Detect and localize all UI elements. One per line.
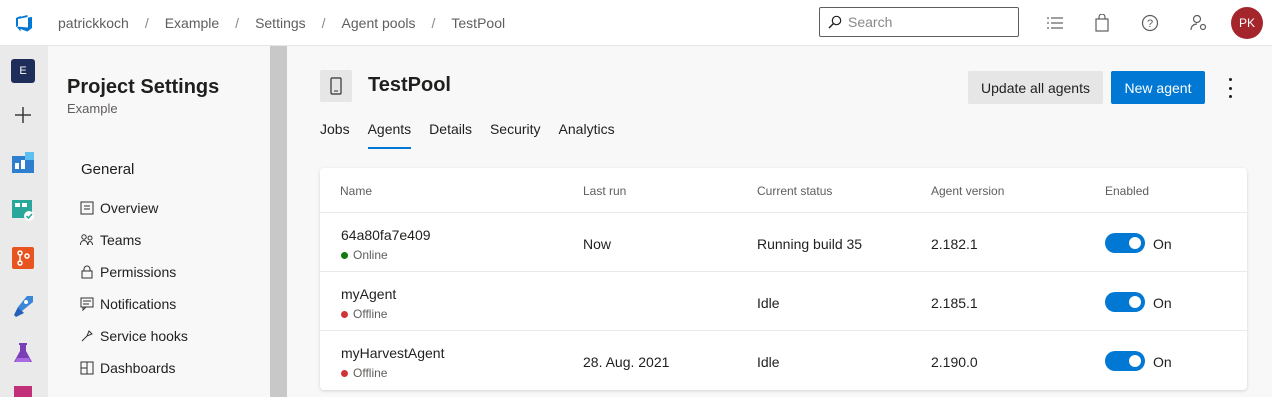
online-status-dot-icon (341, 251, 348, 259)
enabled-toggle[interactable] (1105, 292, 1145, 312)
azure-devops-logo-icon[interactable] (0, 0, 48, 46)
current-status-value: Idle (757, 354, 780, 370)
user-settings-icon[interactable] (1188, 12, 1210, 34)
sidebar-item-label: Permissions (100, 264, 177, 280)
tab-analytics[interactable]: Analytics (559, 121, 615, 149)
tab-security[interactable]: Security (490, 121, 541, 149)
marketplace-bag-icon[interactable] (1091, 12, 1113, 34)
breadcrumb-agent-pools[interactable]: Agent pools (342, 15, 416, 31)
current-status-value: Idle (757, 295, 780, 311)
sidebar-item-dashboards[interactable]: Dashboards (80, 360, 176, 376)
avatar[interactable]: PK (1231, 7, 1263, 39)
tab-details[interactable]: Details (429, 121, 472, 149)
breadcrumb-pool[interactable]: TestPool (451, 15, 505, 31)
enabled-label: On (1153, 236, 1172, 252)
update-all-agents-button[interactable]: Update all agents (968, 71, 1103, 104)
agent-version-value: 2.182.1 (931, 236, 978, 252)
overview-icon[interactable] (10, 150, 36, 176)
lock-icon (81, 265, 93, 279)
agent-state-label: Online (353, 248, 388, 262)
agent-name[interactable]: 64a80fa7e409 (341, 227, 431, 243)
sidebar-item-service-hooks[interactable]: Service hooks (80, 328, 188, 344)
pipelines-icon[interactable] (10, 293, 36, 319)
offline-status-dot-icon (341, 369, 348, 377)
sidebar-item-notifications[interactable]: Notifications (80, 296, 176, 312)
sidebar-item-label: Dashboards (100, 360, 176, 376)
sidebar-item-label: Service hooks (100, 328, 188, 344)
column-header-current-status[interactable]: Current status (757, 184, 832, 198)
org-icon[interactable]: E (11, 59, 35, 83)
overview-info-icon (80, 201, 94, 215)
page-title: TestPool (368, 74, 451, 96)
breadcrumb-org[interactable]: patrickkoch (58, 15, 129, 31)
search-input[interactable]: Search (819, 7, 1019, 37)
column-header-name[interactable]: Name (340, 184, 372, 198)
column-header-last-run[interactable]: Last run (583, 184, 626, 198)
agent-state-label: Offline (353, 307, 388, 321)
column-header-agent-version[interactable]: Agent version (931, 184, 1004, 198)
svg-text:?: ? (1147, 18, 1153, 30)
table-row[interactable]: 64a80fa7e409 Online Now Running build 35… (320, 212, 1247, 271)
agent-state-label: Offline (353, 366, 388, 380)
repos-icon[interactable] (10, 245, 36, 271)
more-actions-icon[interactable] (1222, 78, 1238, 98)
breadcrumb-separator: / (144, 14, 149, 31)
last-run-value: Now (583, 236, 612, 252)
test-plans-icon[interactable] (10, 340, 36, 366)
table-row[interactable]: myHarvestAgent Offline 28. Aug. 2021 Idl… (320, 330, 1247, 389)
breadcrumb-separator: / (235, 14, 240, 31)
breadcrumb-settings[interactable]: Settings (255, 15, 306, 31)
agent-name[interactable]: myHarvestAgent (341, 345, 444, 361)
breadcrumb-project[interactable]: Example (165, 15, 219, 31)
search-placeholder: Search (848, 14, 893, 30)
tab-agents[interactable]: Agents (367, 121, 412, 149)
help-icon[interactable]: ? (1139, 12, 1161, 34)
agent-state: Offline (341, 307, 387, 321)
last-run-value: 28. Aug. 2021 (583, 354, 670, 370)
dashboards-icon (80, 361, 94, 375)
new-agent-button[interactable]: New agent (1111, 71, 1205, 104)
tab-jobs[interactable]: Jobs (320, 121, 350, 149)
agent-state: Offline (341, 366, 387, 380)
current-status-value[interactable]: Running build 35 (757, 236, 862, 252)
table-row[interactable]: myAgent Offline Idle 2.185.1 On (320, 271, 1247, 330)
artifacts-icon[interactable] (10, 386, 36, 397)
boards-icon[interactable] (10, 197, 36, 223)
sidebar-item-label: Notifications (100, 296, 177, 312)
add-icon[interactable] (10, 102, 36, 128)
offline-status-dot-icon (341, 310, 348, 318)
column-header-enabled[interactable]: Enabled (1105, 184, 1149, 198)
pool-tabs: Jobs Agents Details Security Analytics (320, 121, 633, 149)
sidebar-item-overview[interactable]: Overview (80, 200, 158, 216)
sidebar-item-teams[interactable]: Teams (80, 232, 141, 248)
general-section-title[interactable]: General (81, 161, 134, 178)
agent-version-value: 2.190.0 (931, 354, 978, 370)
task-list-icon[interactable] (1044, 12, 1066, 34)
project-settings-sidebar: Project Settings Example General Overvie… (48, 46, 270, 397)
enabled-toggle[interactable] (1105, 233, 1145, 253)
top-bar: patrickkoch / Example / Settings / Agent… (0, 0, 1272, 46)
agent-state: Online (341, 248, 388, 262)
sidebar-item-label: Overview (100, 200, 159, 216)
breadcrumb-separator: / (431, 14, 436, 31)
agent-version-value: 2.185.1 (931, 295, 978, 311)
search-icon (828, 15, 842, 29)
breadcrumb: patrickkoch / Example / Settings / Agent… (58, 15, 505, 31)
teams-icon (80, 234, 93, 246)
enabled-label: On (1153, 354, 1172, 370)
sidebar-item-label: Teams (100, 232, 142, 248)
agents-table: Name Last run Current status Agent versi… (320, 168, 1247, 390)
app-rail: E (0, 46, 48, 397)
sidebar-scrollbar[interactable] (270, 46, 287, 397)
project-settings-title: Project Settings (67, 76, 220, 98)
enabled-label: On (1153, 295, 1172, 311)
project-settings-subtitle: Example (67, 101, 118, 116)
enabled-toggle[interactable] (1105, 351, 1145, 371)
service-hooks-icon (81, 330, 93, 342)
breadcrumb-separator: / (321, 14, 326, 31)
notification-chat-icon (80, 297, 94, 311)
agent-pool-icon (320, 70, 352, 102)
sidebar-item-permissions[interactable]: Permissions (80, 264, 176, 280)
agent-name[interactable]: myAgent (341, 286, 396, 302)
